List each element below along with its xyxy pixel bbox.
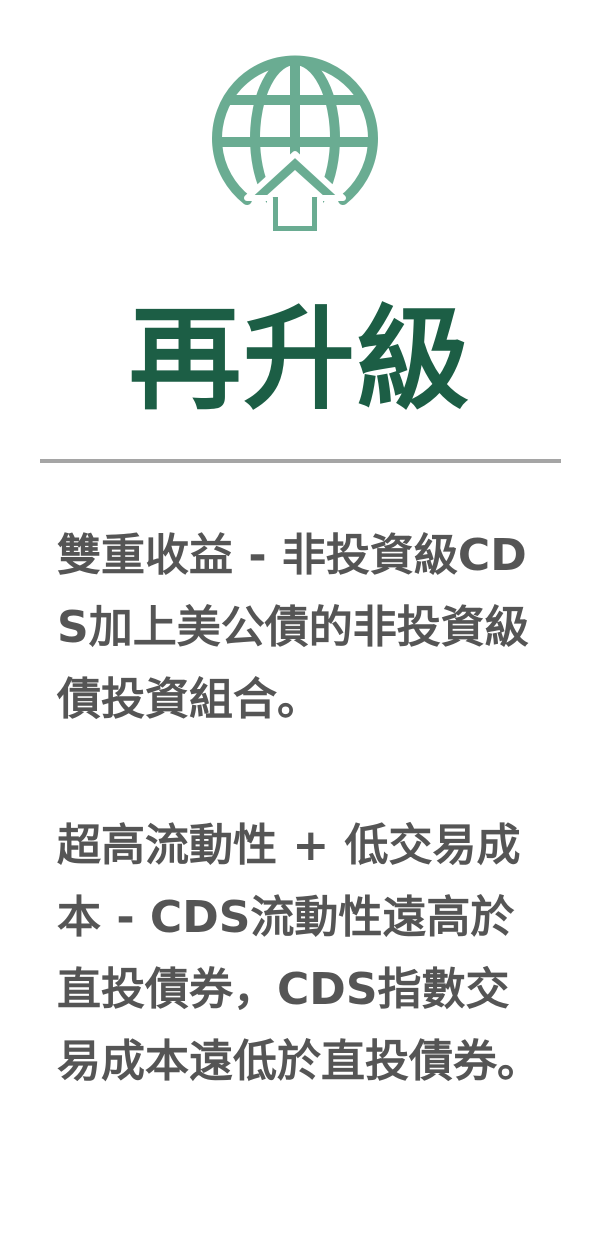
divider [40, 459, 561, 463]
description-paragraph-yield: 雙重收益 - 非投資級CDS加上美公債的非投資級債投資組合。 [57, 530, 529, 725]
description-paragraph-liquidity: 超高流動性 + 低交易成本 - CDS流動性遠高於直投債券，CDS指數交易成本遠… [57, 820, 541, 1087]
globe-upgrade-icon [205, 50, 385, 240]
page-title: 再升級 [129, 295, 471, 425]
